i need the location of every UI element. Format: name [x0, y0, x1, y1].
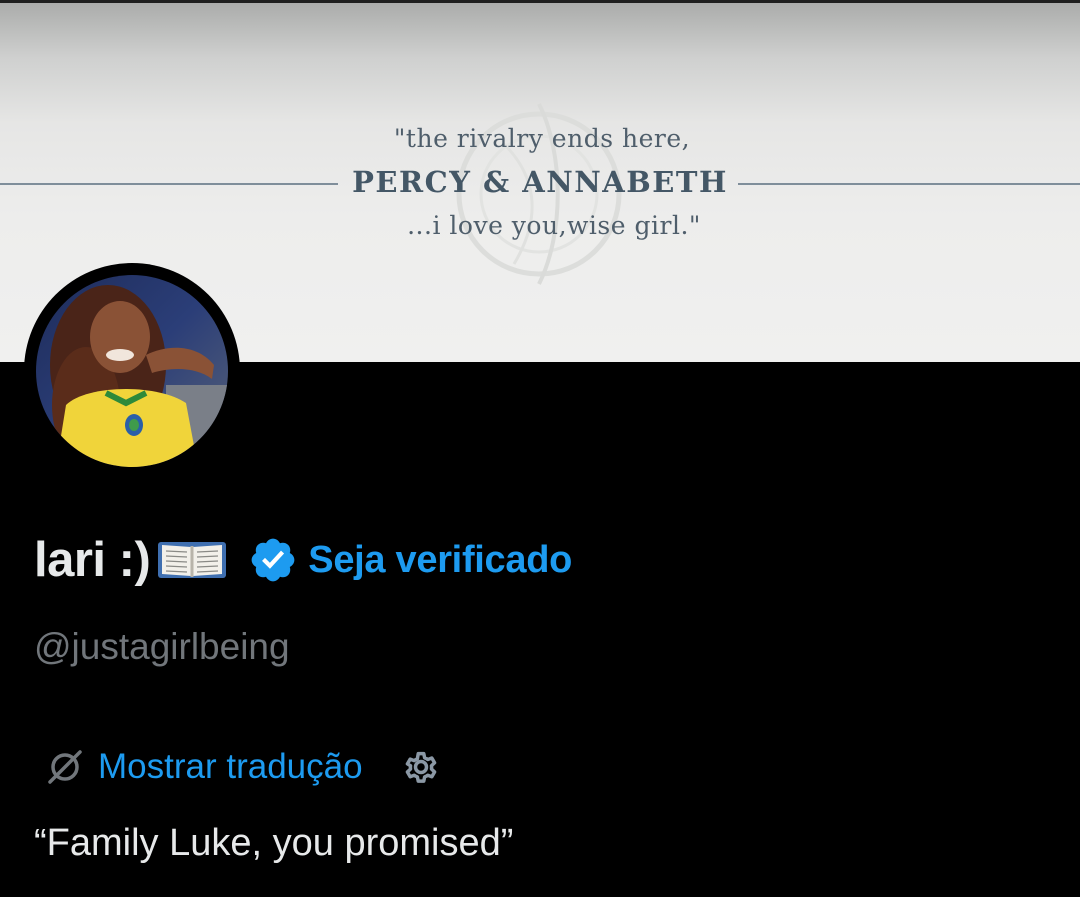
show-translation-link[interactable]: Mostrar tradução — [98, 747, 363, 787]
verified-badge-icon[interactable] — [248, 535, 298, 585]
banner-quote-title: PERCY & ANNABETH — [352, 165, 728, 199]
translate-icon — [48, 750, 82, 784]
avatar[interactable] — [24, 263, 240, 479]
banner-quote-top: "the rivalry ends here, — [393, 124, 691, 153]
translation-row: Mostrar tradução — [44, 742, 443, 792]
profile-name-row: lari :) Seja verificado — [34, 528, 572, 592]
gear-icon[interactable] — [399, 745, 443, 789]
avatar-photo — [36, 275, 228, 467]
open-book-icon — [158, 542, 227, 578]
profile-handle: @justagirlbeing — [34, 626, 290, 667]
banner-quote-bottom: ...i love you,wise girl." — [407, 211, 701, 240]
display-name: lari :) — [34, 533, 151, 587]
avatar-photo-image — [36, 275, 228, 467]
get-verified-link[interactable]: Seja verificado — [308, 539, 572, 582]
profile-bio: “Family Luke, you promised” — [34, 822, 514, 864]
banner-top-border — [0, 0, 1080, 3]
profile-page: "the rivalry ends here, PERCY & ANNABETH… — [0, 0, 1080, 897]
